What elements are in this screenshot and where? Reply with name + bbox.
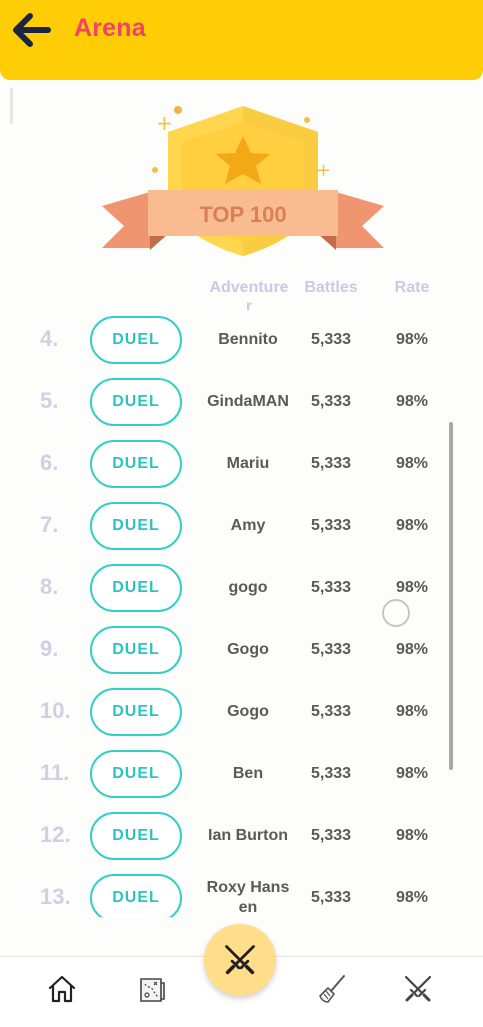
crossed-swords-icon	[404, 975, 432, 1002]
win-rate: 98%	[395, 455, 429, 472]
leaderboard-row: 4. DUEL Bennito 5,333 98%	[0, 312, 483, 374]
player-name: Gogo	[227, 703, 269, 720]
player-name: Amy	[230, 517, 266, 534]
leaderboard-row: 10. DUEL Gogo 5,333 98%	[0, 684, 483, 746]
nav-arena-button[interactable]	[204, 924, 276, 996]
leaderboard-row: 5. DUEL GindaMAN 5,333 98%	[0, 374, 483, 436]
battles-count: 5,333	[310, 331, 352, 348]
battles-count: 5,333	[310, 765, 352, 782]
leaderboard-row: 7. DUEL Amy 5,333 98%	[0, 498, 483, 560]
leaderboard-list[interactable]: 4. DUEL Bennito 5,333 98% 5. DUEL GindaM…	[0, 312, 483, 917]
rank-number: 5.	[40, 388, 59, 413]
battles-count: 5,333	[310, 579, 352, 596]
app-header: Arena	[0, 0, 483, 80]
player-name: GindaMAN	[207, 393, 289, 410]
nav-map[interactable]	[130, 967, 174, 1011]
leaderboard-row: 6. DUEL Mariu 5,333 98%	[0, 436, 483, 498]
svg-text:+: +	[316, 160, 331, 181]
duel-button[interactable]: DUEL	[90, 874, 182, 917]
duel-button[interactable]: DUEL	[90, 316, 182, 364]
win-rate: 98%	[395, 517, 429, 534]
battles-count: 5,333	[310, 889, 352, 906]
broom-icon	[319, 975, 345, 1003]
leaderboard-row: 8. DUEL gogo 5,333 98%	[0, 560, 483, 622]
battles-count: 5,333	[310, 517, 352, 534]
column-header-rate: Rate	[394, 279, 430, 296]
win-rate: 98%	[395, 889, 429, 906]
player-name: Roxy Hansen	[206, 879, 290, 916]
map-icon	[140, 978, 165, 1002]
win-rate: 98%	[395, 641, 429, 658]
duel-button[interactable]: DUEL	[90, 440, 182, 488]
rank-number: 8.	[40, 574, 59, 599]
player-name: gogo	[228, 579, 268, 596]
list-scrollbar[interactable]	[449, 422, 453, 770]
rank-number: 9.	[40, 636, 59, 661]
top-scroll-indicator	[10, 88, 13, 124]
page-title: Arena	[74, 14, 146, 42]
back-button[interactable]	[6, 8, 56, 52]
duel-button[interactable]: DUEL	[90, 812, 182, 860]
player-name: Gogo	[227, 641, 269, 658]
leaderboard-row: 13. DUEL Roxy Hansen 5,333 98%	[0, 870, 483, 917]
rank-number: 4.	[40, 326, 59, 351]
trophy-label: TOP 100	[199, 202, 286, 227]
duel-button[interactable]: DUEL	[90, 626, 182, 674]
duel-button[interactable]: DUEL	[90, 564, 182, 612]
win-rate: 98%	[395, 393, 429, 410]
battles-count: 5,333	[310, 827, 352, 844]
player-name: Ben	[232, 765, 264, 782]
leaderboard-row: 12. DUEL Ian Burton 5,333 98%	[0, 808, 483, 870]
nav-home[interactable]	[40, 967, 84, 1011]
nav-broom[interactable]	[310, 967, 354, 1011]
player-name: Mariu	[226, 455, 270, 472]
trophy-badge: + + TOP 100	[102, 106, 384, 256]
battles-count: 5,333	[310, 455, 352, 472]
win-rate: 98%	[395, 827, 429, 844]
column-header-adventurer: Adventure r	[209, 279, 289, 310]
rank-number: 6.	[40, 450, 59, 475]
home-icon	[48, 975, 76, 1003]
rank-number: 13.	[40, 884, 71, 909]
battles-count: 5,333	[310, 641, 352, 658]
duel-button[interactable]: DUEL	[90, 502, 182, 550]
win-rate: 98%	[395, 703, 429, 720]
duel-button[interactable]: DUEL	[90, 378, 182, 426]
player-name: Bennito	[218, 331, 278, 348]
rank-number: 11.	[40, 760, 70, 785]
duel-button[interactable]: DUEL	[90, 688, 182, 736]
win-rate: 98%	[395, 331, 429, 348]
arena-swords-icon	[225, 945, 255, 975]
player-name: Ian Burton	[208, 827, 288, 844]
touch-indicator	[382, 599, 410, 627]
rank-number: 10.	[40, 698, 71, 723]
leaderboard-row: 9. DUEL Gogo 5,333 98%	[0, 622, 483, 684]
column-header-battles: Battles	[304, 279, 358, 296]
leaderboard-row: 11. DUEL Ben 5,333 98%	[0, 746, 483, 808]
battles-count: 5,333	[310, 703, 352, 720]
win-rate: 98%	[395, 765, 429, 782]
nav-battles[interactable]	[396, 967, 440, 1011]
rank-number: 7.	[40, 512, 59, 537]
battles-count: 5,333	[310, 393, 352, 410]
arrow-left-icon	[13, 13, 51, 47]
rank-number: 12.	[40, 822, 71, 847]
duel-button[interactable]: DUEL	[90, 750, 182, 798]
